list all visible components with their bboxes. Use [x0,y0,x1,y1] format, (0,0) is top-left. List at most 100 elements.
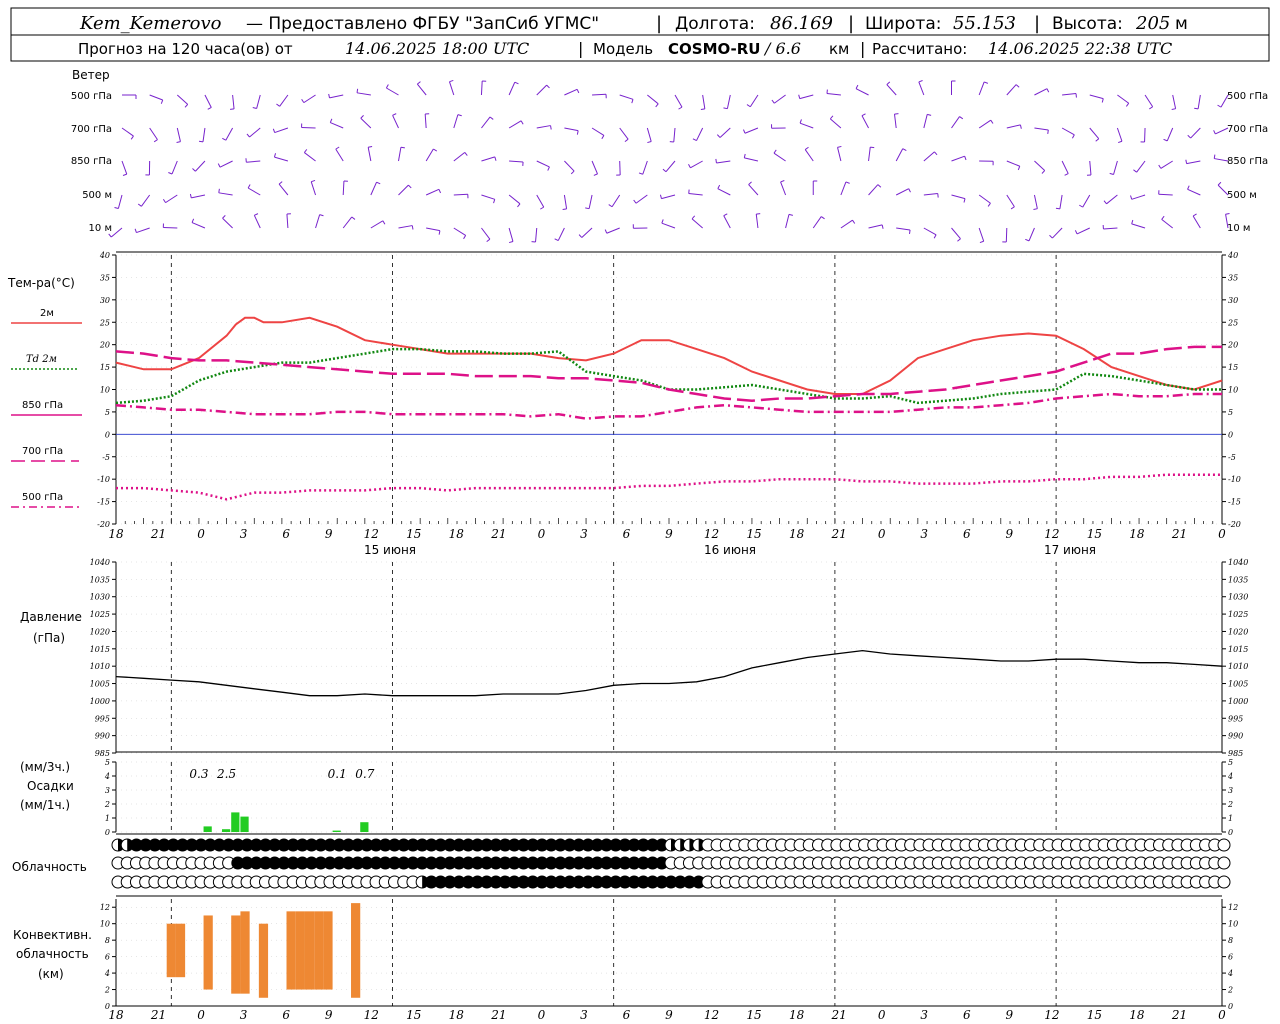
wind-barb [509,160,524,163]
temp-series-700-гПа [115,392,1222,420]
time-tick-label-bottom: 0 [197,1008,205,1022]
wind-barb [893,114,897,129]
wind-barb-feather [276,103,280,107]
wind-barb-feather [273,153,277,158]
precip-total-label: 2.5 [216,767,236,781]
wind-barb [886,84,897,96]
wind-barb [812,216,822,229]
wind-barb-feather [1079,204,1083,208]
wind-barb [253,215,261,229]
wind-barb [1062,93,1077,96]
precip-bar [332,830,341,832]
temp-tick-label-left: -5 [102,453,110,462]
wind-barb-feather [222,215,226,219]
wind-barb-feather [987,202,991,207]
pressure-tick-label-left: 1000 [90,697,110,706]
wind-barb [1034,127,1049,131]
wind-barb-feather [715,158,717,164]
wind-barb-feather [160,99,164,104]
wind-barb [868,224,883,229]
wind-barb-feather [191,218,195,223]
conv-bar [166,923,176,978]
wind-barb-feather [433,148,438,152]
conv-tick-label-left: 12 [100,903,110,912]
pressure-tick-label-left: 985 [95,749,110,758]
pressure-tick-label-right: 1030 [1228,593,1248,602]
wind-barb [278,183,289,196]
time-tick-label-bottom: 21 [150,1008,166,1022]
wind-barb [744,157,759,162]
wind-level-850hpa-left: 850 гПа [71,156,112,167]
wind-barb-feather [1055,207,1060,210]
pressure-tick-label-left: 990 [95,732,110,741]
pressure-tick-label-left: 1035 [90,575,110,584]
wind-barb [286,213,289,229]
wind-barb [661,194,676,200]
wind-barb-feather [463,235,467,240]
wind-barb [536,194,545,208]
wind-barb [535,227,538,242]
wind-barb-feather [1015,84,1020,88]
wind-barb [121,127,134,137]
wind-barb [804,149,814,162]
wind-barb [508,194,521,205]
conv-bar [323,911,333,990]
wind-barb [918,81,925,96]
time-tick-label-bottom: 12 [1044,1008,1059,1022]
wind-barb [1006,194,1015,208]
wind-barb-feather [252,107,257,110]
time-tick-label: 6 [282,527,290,541]
wind-barb [1061,160,1069,174]
wind-barb [1131,194,1146,200]
time-tick-label-bottom: 12 [364,1008,379,1022]
wind-barb-feather [957,238,961,242]
time-tick-label: 3 [240,527,248,541]
wind-barb-feather [788,213,793,216]
wind-barb-feather [329,118,333,123]
wind-barb-feather [716,134,721,138]
wind-barb-feather [820,216,825,220]
wind-barb [274,127,289,134]
time-tick-label: 0 [538,527,546,541]
wind-barb [149,94,163,101]
wind-barb [424,113,427,129]
wind-barb [855,88,869,96]
time-tick-label: 0 [878,527,886,541]
header-sep-1: | [656,13,662,34]
wind-barb [453,151,466,162]
conv-tick-label-left: 2 [104,986,110,995]
wind-barb-feather [207,107,212,110]
wind-barb [392,115,399,129]
wind-barb-feather [464,152,468,156]
wind-barb-feather [647,140,652,144]
wind-barb [591,160,598,175]
pressure-tick-label-right: 1035 [1228,575,1248,584]
cloud-symbol [1217,875,1231,889]
wind-barb-feather [723,107,728,110]
wind-barb [508,120,522,129]
wind-barb-feather [554,238,559,242]
wind-barb-feather [385,84,389,89]
time-tick-label: 15 [1087,527,1102,541]
time-tick-label-bottom: 18 [1129,1008,1145,1022]
precip-total-label: 0.7 [355,767,374,781]
wind-barb-feather [562,208,567,210]
wind-barb-feather [692,138,697,142]
wind-barb-feather [908,188,911,193]
wind-barb [923,227,937,236]
time-tick-label: 6 [963,527,971,541]
pressure-tick-label-left: 1005 [90,680,110,689]
wind-level-500m-left: 500 м [82,190,112,201]
wind-barb [646,127,652,142]
wind-barb [219,160,233,168]
wind-barb [773,94,786,104]
wind-barb [923,114,928,129]
wind-barb [256,94,261,109]
pressure-tick-label-right: 1040 [1228,558,1248,567]
wind-barb-feather [748,181,752,185]
wind-barb-feather [933,234,937,239]
wind-barb [1006,160,1020,167]
wind-barb-feather [773,149,777,154]
time-tick-label: 15 [746,527,761,541]
wind-barb-feather [659,194,662,199]
